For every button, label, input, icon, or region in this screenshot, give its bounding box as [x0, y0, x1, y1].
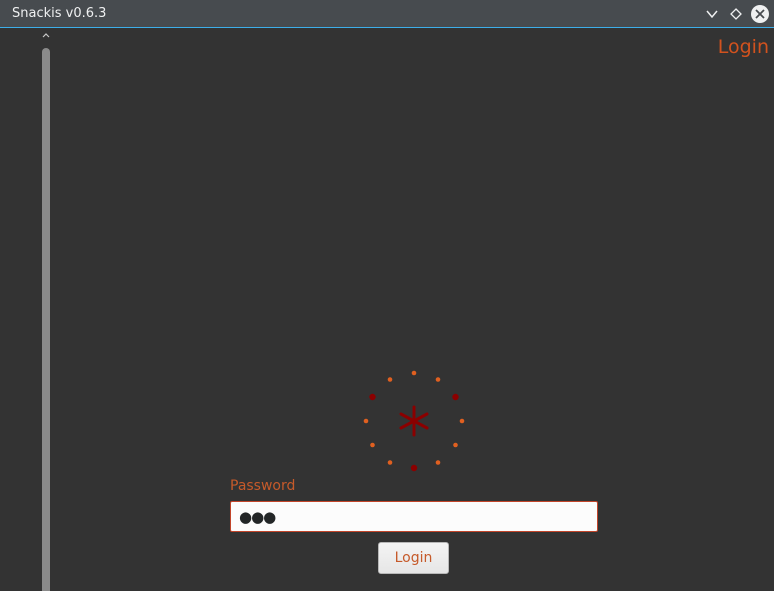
scroll-up-arrow-icon[interactable]	[40, 30, 52, 42]
password-label: Password	[230, 478, 296, 494]
snackis-logo-icon	[363, 370, 465, 472]
vertical-scrollbar[interactable]	[42, 48, 50, 591]
maximize-button[interactable]	[726, 4, 746, 24]
chevron-down-icon	[706, 10, 718, 19]
login-button[interactable]: Login	[378, 542, 449, 574]
close-button[interactable]	[750, 4, 770, 24]
minimize-button[interactable]	[702, 4, 722, 24]
app-window: Snackis v0.6.3 Login Password ●●● Login	[0, 0, 774, 591]
title-bar[interactable]: Snackis v0.6.3	[0, 0, 774, 28]
window-title: Snackis v0.6.3	[12, 6, 107, 21]
password-field[interactable]	[230, 501, 598, 532]
page-heading: Login	[717, 36, 769, 58]
diamond-icon	[730, 8, 742, 20]
close-icon	[751, 5, 769, 23]
